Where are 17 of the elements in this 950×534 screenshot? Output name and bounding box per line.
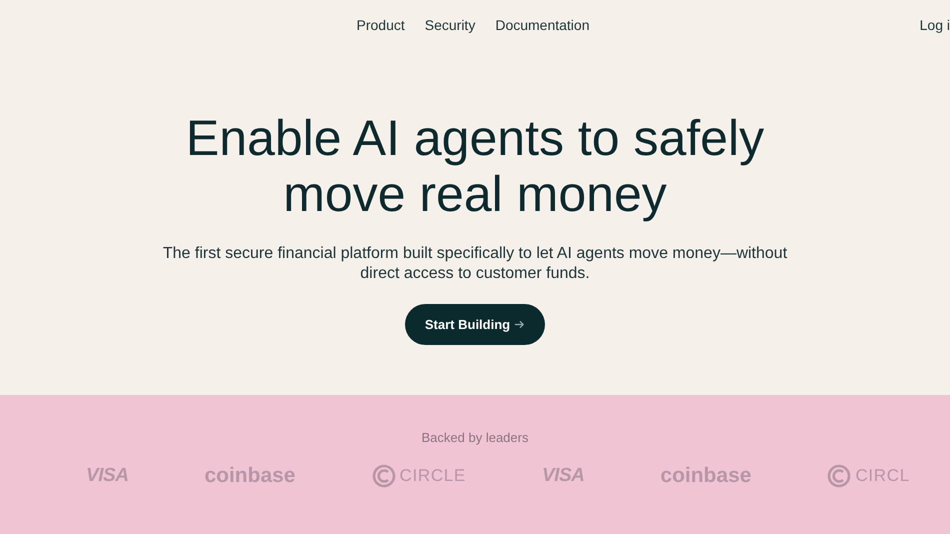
backers-heading: Backed by leaders (422, 429, 528, 447)
circle-logo-icon (372, 464, 396, 488)
hero-subtitle: The first secure financial platform built specifically to let AI agents move money—without direct access to customer funds. (162, 244, 788, 284)
circle-logo: CIRCLE (400, 465, 466, 487)
visa-logo: VISA (542, 464, 584, 488)
nav-link[interactable]: Product (356, 14, 405, 36)
nav-link[interactable]: Security (424, 14, 476, 36)
circle-logo-icon (827, 464, 852, 488)
coinbase-logo: coinbase (204, 465, 296, 486)
visa-logo: VISA (86, 464, 128, 488)
start-building-button[interactable]: Start Building (404, 304, 546, 345)
arrow-right-icon (514, 319, 526, 330)
circle-logo: CIRCL (855, 465, 910, 487)
hero-heading: Enable AI agents to safely move real money (184, 110, 766, 222)
login-link[interactable]: Log i (920, 14, 950, 36)
nav-link[interactable]: Documentation (495, 14, 590, 36)
coinbase-logo: coinbase (660, 465, 752, 486)
